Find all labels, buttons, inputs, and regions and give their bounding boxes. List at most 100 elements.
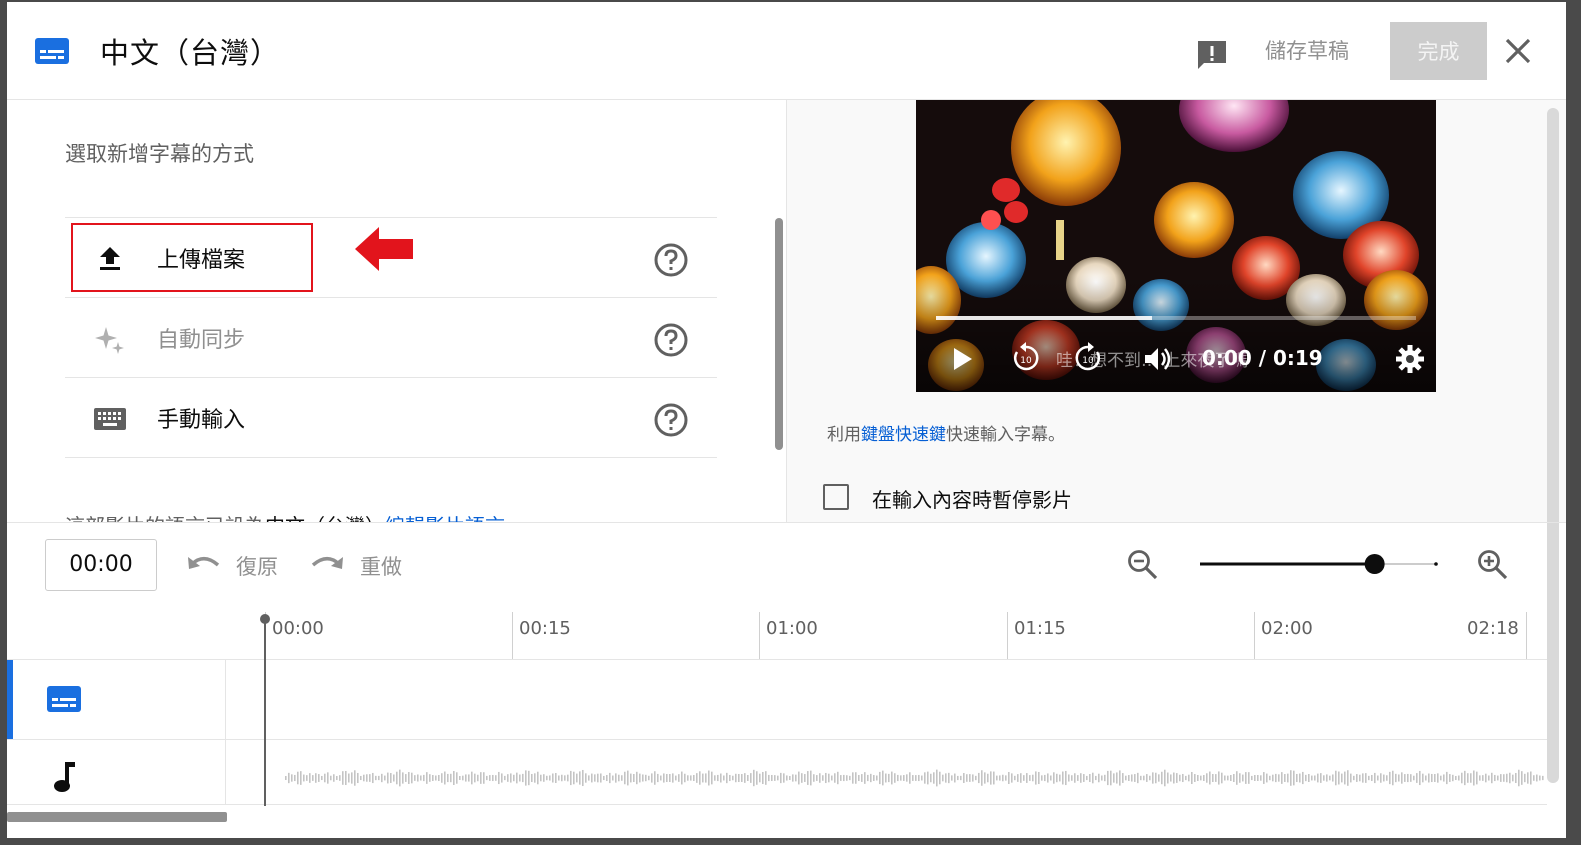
- timeline-horizontal-scrollbar[interactable]: [7, 812, 227, 822]
- waveform-bar: [1533, 775, 1535, 781]
- waveform-bar: [642, 774, 644, 782]
- waveform-bar: [306, 775, 308, 781]
- waveform-bar: [1158, 774, 1160, 782]
- waveform-bar: [1464, 770, 1466, 786]
- waveform-bar: [1302, 771, 1304, 785]
- waveform-bar: [510, 773, 512, 783]
- pause-while-typing-checkbox[interactable]: [823, 484, 849, 510]
- waveform-bar: [1428, 773, 1430, 783]
- help-icon[interactable]: [653, 402, 689, 438]
- waveform-bar: [1083, 774, 1085, 782]
- waveform-bar: [1380, 773, 1382, 783]
- timeline-playhead-handle[interactable]: [260, 614, 270, 624]
- waveform-bar: [1125, 775, 1127, 781]
- edit-video-language-link[interactable]: 編輯影片語言: [385, 514, 505, 522]
- play-icon[interactable]: [948, 345, 976, 373]
- add-subtitle-method-panel: 選取新增字幕的方式 上傳檔案 自動同步 手動輸入: [7, 100, 785, 522]
- sparkle-icon: [95, 327, 124, 354]
- waveform-bar: [1374, 772, 1376, 784]
- waveform-bar: [894, 773, 896, 783]
- zoom-slider[interactable]: [1200, 553, 1440, 575]
- manual-input-option[interactable]: 手動輸入: [65, 377, 717, 458]
- waveform-bar: [1143, 775, 1145, 781]
- right-panel-scrollbar[interactable]: [1547, 108, 1559, 783]
- audio-track[interactable]: [7, 740, 1547, 805]
- waveform-bar: [411, 772, 413, 784]
- video-player[interactable]: 哇！想不到… 上來夜了嗎 10 10 0:00 / 0:19: [916, 100, 1436, 392]
- waveform-bar: [525, 770, 527, 786]
- audio-track-header: [7, 740, 226, 804]
- editor-toolbar: 00:00 復原 重做: [7, 522, 1566, 613]
- waveform-bar: [438, 774, 440, 782]
- waveform-bar: [1488, 775, 1490, 781]
- waveform-bar: [522, 773, 524, 783]
- waveform-bar: [363, 774, 365, 782]
- waveform-bar: [1065, 770, 1067, 786]
- auto-sync-option[interactable]: 自動同步: [65, 297, 717, 377]
- undo-icon[interactable]: [186, 551, 222, 579]
- waveform-bar: [600, 773, 602, 783]
- keyboard-shortcuts-link[interactable]: 鍵盤快速鍵: [861, 425, 946, 445]
- waveform-bar: [753, 769, 755, 787]
- settings-gear-icon[interactable]: [1394, 343, 1426, 375]
- waveform-bar: [897, 774, 899, 782]
- waveform-bar: [327, 772, 329, 784]
- zoom-out-icon[interactable]: [1125, 547, 1159, 581]
- forward-10-icon[interactable]: 10: [1070, 340, 1106, 376]
- undo-button[interactable]: 復原: [236, 551, 278, 581]
- timeline-playhead[interactable]: [264, 616, 266, 806]
- left-panel-scrollbar[interactable]: [775, 218, 783, 450]
- redo-icon[interactable]: [309, 551, 345, 579]
- waveform-bar: [594, 774, 596, 782]
- waveform-bar: [795, 774, 797, 782]
- waveform-bar: [1164, 769, 1166, 787]
- waveform-bar: [1524, 773, 1526, 783]
- waveform-bar: [744, 773, 746, 783]
- waveform-bar: [1035, 771, 1037, 785]
- waveform-bar: [1059, 774, 1061, 782]
- waveform-bar: [390, 773, 392, 783]
- waveform-bar: [321, 775, 323, 781]
- current-time-input[interactable]: 00:00: [45, 539, 157, 591]
- waveform-bar: [681, 771, 683, 785]
- redo-button[interactable]: 重做: [360, 551, 402, 581]
- waveform-bar: [1080, 773, 1082, 783]
- waveform-bar: [1395, 773, 1397, 783]
- waveform-bar: [609, 772, 611, 784]
- volume-icon[interactable]: [1142, 343, 1174, 375]
- waveform-bar: [624, 771, 626, 785]
- waveform-bar: [765, 771, 767, 785]
- waveform-bar: [309, 773, 311, 783]
- video-progress-fill: [936, 316, 1152, 320]
- help-icon[interactable]: [653, 242, 689, 278]
- subtitle-track[interactable]: [7, 660, 1547, 740]
- waveform-bar: [1479, 775, 1481, 781]
- waveform-bar: [1161, 771, 1163, 785]
- waveform-bar: [762, 771, 764, 785]
- waveform-bar: [645, 774, 647, 782]
- save-draft-button[interactable]: 儲存草稿: [1265, 35, 1349, 65]
- waveform-bar: [1155, 772, 1157, 784]
- feedback-icon[interactable]: [1195, 38, 1229, 72]
- waveform-bar: [1251, 775, 1253, 781]
- waveform-bar: [819, 773, 821, 783]
- waveform-bar: [477, 774, 479, 782]
- rewind-10-icon[interactable]: 10: [1008, 340, 1044, 376]
- close-icon[interactable]: [1503, 36, 1533, 66]
- waveform-bar: [1152, 772, 1154, 784]
- done-button[interactable]: 完成: [1390, 22, 1487, 80]
- waveform-bar: [1497, 775, 1499, 781]
- waveform-bar: [1509, 772, 1511, 784]
- waveform-bar: [981, 770, 983, 786]
- waveform-bar: [492, 774, 494, 782]
- waveform-bar: [921, 775, 923, 781]
- waveform-bar: [1530, 771, 1532, 785]
- timeline-ruler[interactable]: 00:00 00:15 01:00 01:15 02:00 02:18: [7, 612, 1547, 660]
- help-icon[interactable]: [653, 322, 689, 358]
- video-progress-bar[interactable]: [936, 316, 1416, 320]
- waveform-bar: [1446, 771, 1448, 785]
- zoom-in-icon[interactable]: [1475, 547, 1509, 581]
- svg-text:10: 10: [1020, 356, 1032, 366]
- waveform-bar: [375, 775, 377, 781]
- waveform-bar: [1485, 773, 1487, 783]
